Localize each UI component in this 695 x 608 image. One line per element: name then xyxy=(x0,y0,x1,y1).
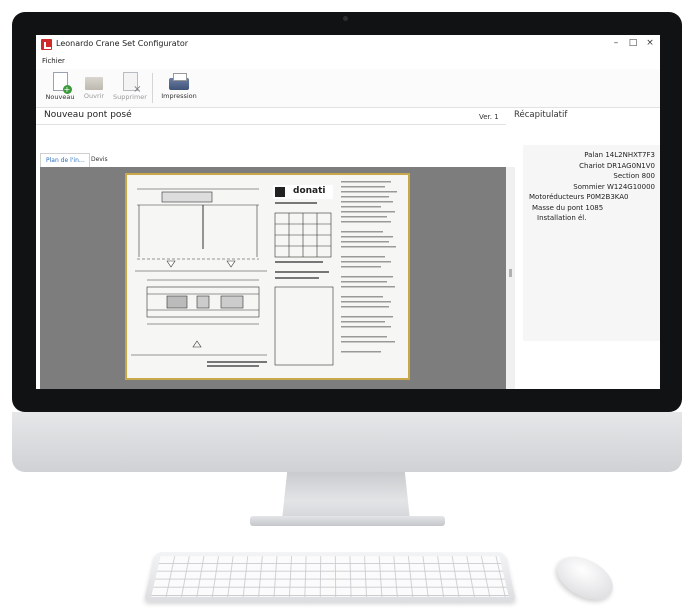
app-window: Leonardo Crane Set Configurator – □ × Fi… xyxy=(36,35,660,389)
recap-item-installation: Installation él. xyxy=(537,214,587,222)
recap-panel: Palan 14L2NHXT7F3 Chariot DR1AG0N1V0 Sec… xyxy=(523,145,660,341)
recap-item-chariot: Chariot DR1AG0N1V0 xyxy=(579,161,655,170)
toolbar-separator xyxy=(152,73,153,103)
window-title: Leonardo Crane Set Configurator xyxy=(56,39,189,48)
recap-item-masse: Masse du pont 1085 xyxy=(532,203,604,212)
maximize-button[interactable]: □ xyxy=(627,38,639,48)
open-button[interactable]: Ouvrir xyxy=(76,72,112,100)
tab-quote[interactable]: Devis xyxy=(86,153,113,166)
title-bar: Leonardo Crane Set Configurator – □ × xyxy=(36,35,660,55)
new-document-icon xyxy=(52,72,72,94)
print-button[interactable]: Impression xyxy=(160,72,198,100)
drawing-viewer[interactable]: donati xyxy=(40,167,506,389)
close-button[interactable]: × xyxy=(644,38,656,48)
delete-document-icon xyxy=(122,72,142,95)
recap-item-palan: Palan 14L2NHXT7F3 xyxy=(584,151,655,159)
toolbar: Nouveau Ouvrir Supprimer Impression xyxy=(36,69,660,108)
printer-icon xyxy=(169,73,189,90)
monitor-stand xyxy=(282,472,410,520)
folder-open-icon xyxy=(85,77,103,90)
delete-button-label: Supprimer xyxy=(113,93,147,101)
monitor-stand-base xyxy=(250,516,445,526)
new-button-label: Nouveau xyxy=(45,93,75,101)
delete-button[interactable]: Supprimer xyxy=(112,72,148,101)
document-title: Nouveau pont posé xyxy=(44,110,132,120)
monitor-chin xyxy=(12,412,682,472)
minimize-button[interactable]: – xyxy=(610,38,622,48)
divider xyxy=(36,124,506,125)
camera-icon xyxy=(343,16,348,21)
technical-drawing: donati xyxy=(125,173,410,380)
recap-title: Récapitulatif xyxy=(514,110,568,120)
print-button-label: Impression xyxy=(161,92,197,100)
new-button[interactable]: Nouveau xyxy=(42,72,78,101)
tab-installation-plan[interactable]: Plan de l'in… xyxy=(40,153,90,167)
version-label: Ver. 1 xyxy=(479,113,499,121)
recap-item-section: Section 800 xyxy=(613,172,655,180)
open-button-label: Ouvrir xyxy=(83,92,105,100)
keyboard xyxy=(143,552,517,602)
viewer-scrollbar[interactable] xyxy=(506,167,515,389)
app-logo-icon xyxy=(41,39,52,50)
recap-item-sommier: Sommier W124G10000 xyxy=(573,182,655,191)
donati-logo: donati xyxy=(293,186,326,196)
crane-drawing xyxy=(131,181,397,367)
mouse xyxy=(550,548,620,608)
recap-item-motoreducteurs: Motoréducteurs P0M2B3KA0 xyxy=(529,193,629,201)
menu-bar: Fichier xyxy=(36,55,660,69)
menu-file[interactable]: Fichier xyxy=(42,57,65,65)
